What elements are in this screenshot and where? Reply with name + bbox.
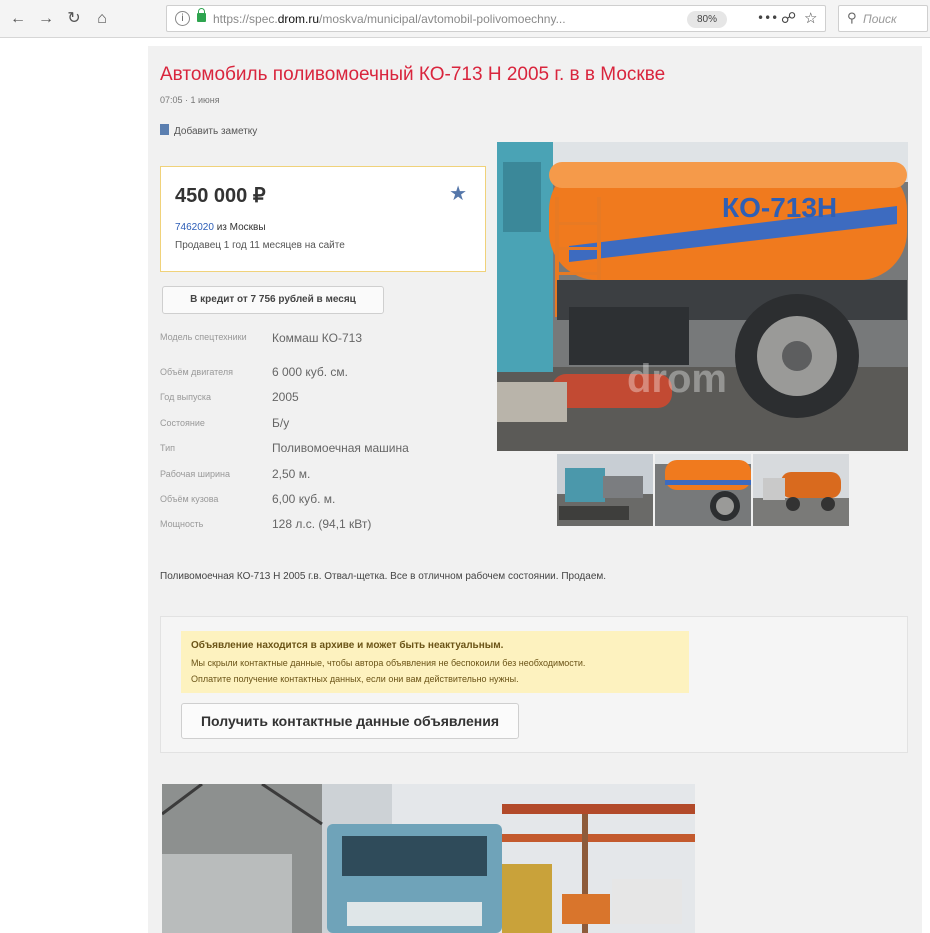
- bookmark-star-icon[interactable]: ☆: [804, 9, 817, 27]
- warning-title: Объявление находится в архиве и может бы…: [191, 640, 504, 651]
- spec-value: Коммаш КО-713: [272, 331, 363, 345]
- thumbnail-image: [753, 454, 849, 526]
- main-photo[interactable]: КО-713Н drom: [497, 142, 908, 451]
- spec-label: Объём кузова: [160, 494, 219, 504]
- page-title: Автомобиль поливомоечный КО-713 Н 2005 г…: [160, 64, 666, 85]
- description: Поливомоечная КО-713 Н 2005 г.в. Отвал-щ…: [160, 571, 607, 582]
- spec-label: Год выпуска: [160, 392, 211, 402]
- spec-value: 2,50 м.: [272, 467, 311, 481]
- favorite-star-icon[interactable]: ★: [449, 181, 467, 205]
- address-bar[interactable]: i https://spec.drom.ru/moskva/municipal/…: [166, 5, 826, 32]
- warning-text: Оплатите получение контактных данных, ес…: [191, 674, 519, 684]
- seller-info: 7462020 из Москвы: [175, 222, 266, 233]
- add-note-label: Добавить заметку: [174, 126, 258, 137]
- spec-label: Рабочая ширина: [160, 469, 230, 479]
- spec-label: Мощность: [160, 519, 204, 529]
- spec-label: Модель спецтехники: [160, 332, 247, 342]
- price: 450 000 ₽: [175, 185, 266, 207]
- spec-value: Поливомоечная машина: [272, 441, 409, 455]
- credit-button[interactable]: В кредит от 7 756 рублей в месяц: [162, 286, 384, 314]
- thumbnail[interactable]: [753, 454, 849, 526]
- home-icon[interactable]: ⌂: [92, 9, 112, 29]
- page-actions-icon[interactable]: •••: [757, 11, 778, 25]
- price-box: 450 000 ₽ ★ 7462020 из Москвы Продавец 1…: [160, 166, 486, 272]
- info-icon[interactable]: i: [175, 11, 190, 26]
- photo-watermark: drom: [627, 357, 727, 401]
- search-placeholder: Поиск: [863, 12, 897, 26]
- browser-toolbar: ← → ↻ ⌂ i https://spec.drom.ru/moskva/mu…: [0, 0, 930, 38]
- seller-age: Продавец 1 год 11 месяцев на сайте: [175, 240, 345, 251]
- search-icon: ⚲: [847, 11, 857, 26]
- zoom-level-badge[interactable]: 80%: [687, 11, 727, 28]
- thumbnail[interactable]: [557, 454, 653, 526]
- back-arrow-icon[interactable]: ←: [8, 9, 28, 29]
- warning-text: Мы скрыли контактные данные, чтобы автор…: [191, 658, 586, 668]
- spec-value: 2005: [272, 390, 299, 404]
- truck-photo-image: КО-713Н drom: [497, 142, 908, 451]
- seller-id-link[interactable]: 7462020: [175, 222, 214, 233]
- seller-city: из Москвы: [213, 222, 266, 233]
- get-contacts-button[interactable]: Получить контактные данные объявления: [181, 703, 519, 739]
- listing-page: Автомобиль поливомоечный КО-713 Н 2005 г…: [148, 46, 922, 933]
- thumbnail-image: [655, 454, 751, 526]
- warning-box: Объявление находится в архиве и может бы…: [181, 631, 689, 693]
- spec-value: 6,00 куб. м.: [272, 492, 336, 506]
- gallery-photo[interactable]: [162, 784, 695, 933]
- spec-label: Объём двигателя: [160, 367, 233, 377]
- spec-value: 128 л.с. (94,1 кВт): [272, 517, 372, 531]
- spec-label: Состояние: [160, 418, 205, 428]
- spec-value: 6 000 куб. см.: [272, 365, 349, 379]
- thumbnail-image: [557, 454, 653, 526]
- reload-icon[interactable]: ↻: [64, 9, 84, 29]
- search-bar[interactable]: ⚲ Поиск: [838, 5, 928, 32]
- publish-date: 07:05 · 1 июня: [160, 95, 220, 105]
- thumbnail-active[interactable]: [655, 454, 751, 526]
- truck-front-photo-image: [162, 784, 695, 933]
- lock-icon: [197, 8, 206, 22]
- spec-label: Тип: [160, 443, 176, 453]
- spec-value: Б/у: [272, 416, 290, 430]
- archive-notice: Объявление находится в архиве и может бы…: [160, 616, 908, 753]
- add-note-link[interactable]: Добавить заметку: [160, 124, 257, 137]
- note-icon: [160, 124, 169, 135]
- pocket-icon[interactable]: ☍: [781, 9, 796, 27]
- url-text[interactable]: https://spec.drom.ru/moskva/municipal/av…: [213, 12, 673, 26]
- tank-lettering: КО-713Н: [722, 192, 837, 223]
- forward-arrow-icon[interactable]: →: [36, 9, 56, 29]
